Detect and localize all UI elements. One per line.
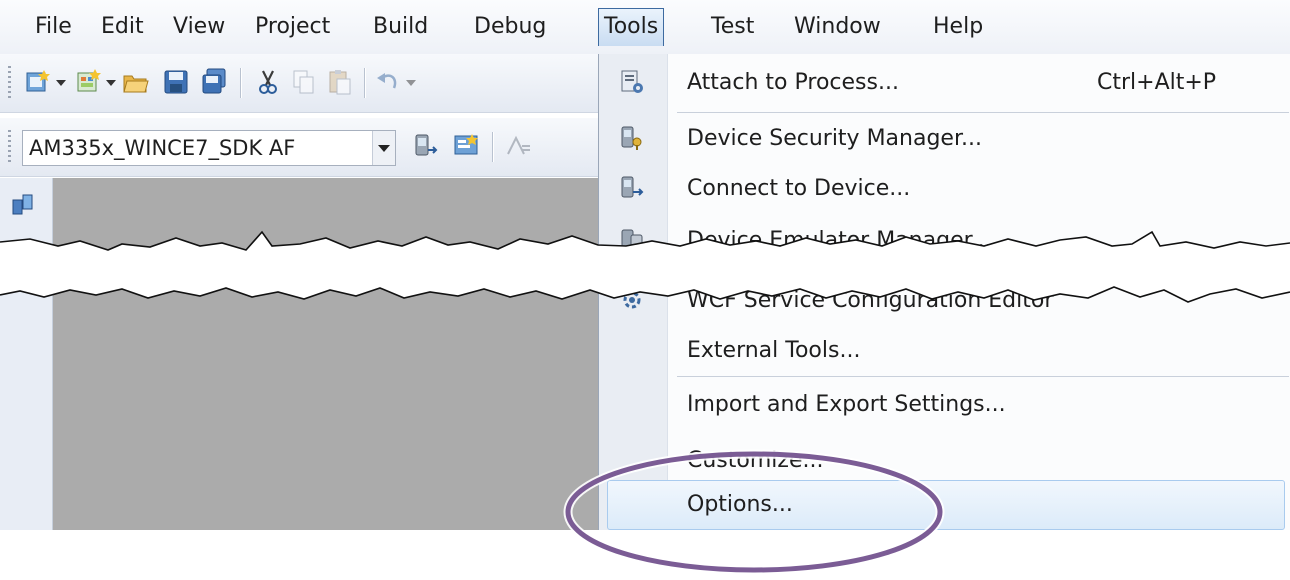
- torn-paper-break: [0, 230, 1290, 303]
- visual-studio-window: File Edit View Project Build Debug Tools…: [0, 0, 1290, 580]
